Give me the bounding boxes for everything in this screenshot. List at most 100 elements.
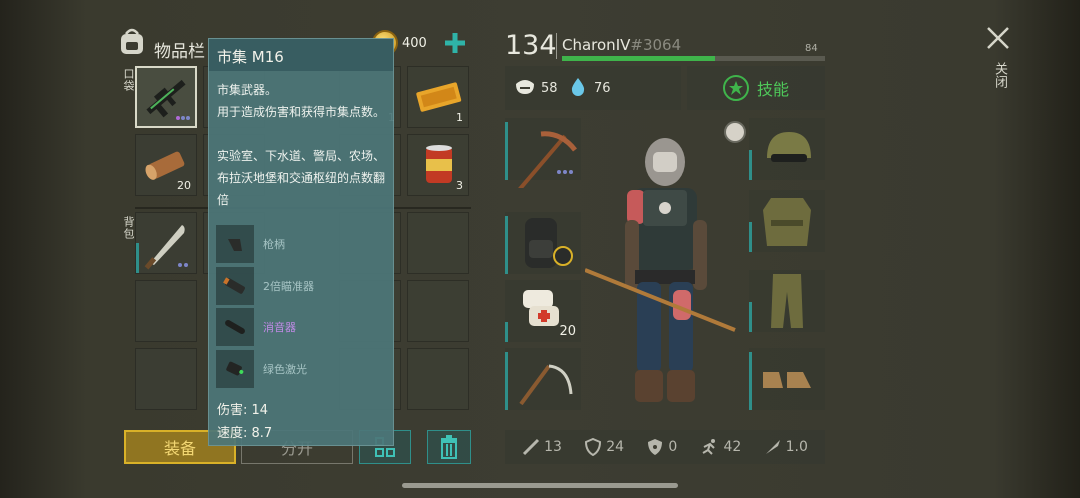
player-level: 134 — [505, 30, 557, 61]
running-icon — [701, 439, 715, 455]
misc-stat: 1.0 — [764, 438, 808, 456]
backpack-item-icon — [525, 218, 573, 268]
rifle-icon — [146, 79, 190, 120]
pants-icon — [771, 274, 803, 328]
hazard-shield-icon — [648, 439, 663, 455]
speed-stat: 42 — [700, 438, 742, 456]
backpack-slot-machete[interactable] — [135, 212, 197, 274]
equip-slot-pants[interactable] — [749, 270, 825, 332]
speed-value: 42 — [723, 439, 742, 455]
durability-bar — [749, 352, 752, 410]
scope-icon — [216, 267, 254, 305]
level-divider — [556, 33, 557, 59]
skills-button[interactable]: 技能 — [687, 66, 825, 110]
inventory-slot-canned-food[interactable]: 3 — [407, 134, 469, 196]
backpack-slot-7[interactable] — [407, 280, 469, 342]
backpack-slot-8[interactable] — [135, 348, 197, 410]
water-value: 76 — [594, 81, 611, 96]
attack-stat: 13 — [522, 438, 562, 456]
tooltip-speed: 速度: 8.7 — [217, 426, 273, 441]
backpack-slot-4[interactable] — [407, 212, 469, 274]
durability-bar — [505, 322, 508, 342]
misc-value: 1.0 — [785, 439, 808, 455]
xp-bar-fill — [562, 56, 715, 61]
vest-icon — [763, 198, 811, 246]
quality-dots — [557, 170, 573, 174]
close-button[interactable] — [984, 24, 1012, 52]
trash-icon — [441, 435, 457, 459]
shield-icon — [585, 438, 602, 456]
inventory-title: 物品栏 — [154, 42, 205, 62]
player-name: CharonIV — [562, 36, 631, 54]
home-indicator[interactable] — [402, 483, 678, 488]
tooltip-damage: 伤害: 14 — [217, 403, 269, 418]
backpack-label: 背包 — [122, 216, 135, 240]
durability-bar — [505, 216, 508, 274]
machete-icon — [144, 225, 185, 270]
equip-slot-sickle[interactable] — [505, 348, 581, 410]
blade-icon — [765, 440, 780, 454]
backpack-slot-10[interactable] — [407, 348, 469, 410]
attack-value: 13 — [544, 439, 562, 455]
attachment-silencer: 消音器 — [216, 308, 388, 346]
slot-count: 20 — [177, 179, 191, 192]
close-icon — [987, 27, 1009, 49]
attachment-label-highlight: 消音器 — [263, 321, 296, 334]
inventory-slot-wood[interactable]: 20 — [135, 134, 197, 196]
helmet-icon — [767, 132, 811, 162]
tooltip-title: 市集 M16 — [217, 48, 284, 66]
player-name-line: CharonIV#3064 — [562, 36, 681, 54]
attachment-scope: 2倍瞄准器 — [216, 267, 388, 305]
close-label: 关闭 — [992, 62, 1007, 88]
durability-bar — [136, 243, 139, 273]
durability-bar — [749, 222, 752, 252]
defense-stat: 24 — [584, 438, 624, 456]
boots-icon — [763, 372, 811, 388]
equip-slot-helmet[interactable] — [749, 118, 825, 180]
quality-dots — [178, 263, 188, 267]
food-value: 58 — [541, 81, 558, 96]
tooltip-description: 市集武器。 用于造成伤害和获得市集点数。 实验室、下水道、警局、农场、布拉沃地堡… — [217, 83, 386, 207]
item-tooltip: 市集 M16 市集武器。 用于造成伤害和获得市集点数。 实验室、下水道、警局、农… — [208, 38, 394, 446]
coin-count: 400 — [402, 36, 427, 51]
resist-value: 0 — [668, 439, 678, 455]
xp-bar — [562, 56, 825, 61]
trash-button[interactable] — [427, 430, 471, 464]
mask-face-icon[interactable] — [724, 121, 746, 143]
inventory-slot-coupon[interactable]: 1 — [407, 66, 469, 128]
backpack-icon — [118, 26, 146, 56]
attachment-laser: 绿色激光 — [216, 350, 388, 388]
resist-stat: 0 — [646, 438, 677, 456]
laser-icon — [216, 350, 254, 388]
inventory-slot-m16[interactable] — [135, 66, 197, 128]
sickle-icon — [519, 364, 573, 406]
equip-slot-bandage[interactable]: 20 — [505, 280, 581, 342]
pocket-label: 口袋 — [122, 68, 135, 92]
water-drop-icon — [571, 78, 585, 100]
equip-slot-boots[interactable] — [749, 348, 825, 410]
backpack-slot-5[interactable] — [135, 280, 197, 342]
sword-icon — [523, 438, 540, 456]
equip-slot-vest[interactable] — [749, 190, 825, 252]
add-coins-button[interactable] — [442, 30, 468, 56]
xp-value: 84 — [805, 43, 818, 54]
character-model — [584, 130, 745, 420]
food-icon — [514, 78, 536, 100]
pickaxe-icon — [518, 131, 577, 188]
attachment-grip: 枪柄 — [216, 225, 388, 263]
slot-count: 20 — [559, 324, 576, 339]
durability-bar — [749, 302, 752, 332]
durability-bar — [505, 352, 508, 410]
durability-bar — [749, 150, 752, 180]
stats-bar: 13 24 0 42 1.0 — [505, 430, 825, 464]
equip-slot-backpack[interactable] — [505, 212, 581, 274]
equip-slot-pickaxe[interactable] — [505, 118, 581, 188]
skills-label: 技能 — [756, 80, 789, 99]
grip-icon — [216, 225, 254, 263]
attachment-label: 枪柄 — [263, 238, 285, 251]
player-tag: #3064 — [630, 36, 682, 54]
slot-count: 1 — [456, 111, 463, 124]
slot-count: 3 — [456, 179, 463, 192]
attachment-label: 绿色激光 — [263, 363, 307, 376]
star-icon — [722, 75, 749, 101]
